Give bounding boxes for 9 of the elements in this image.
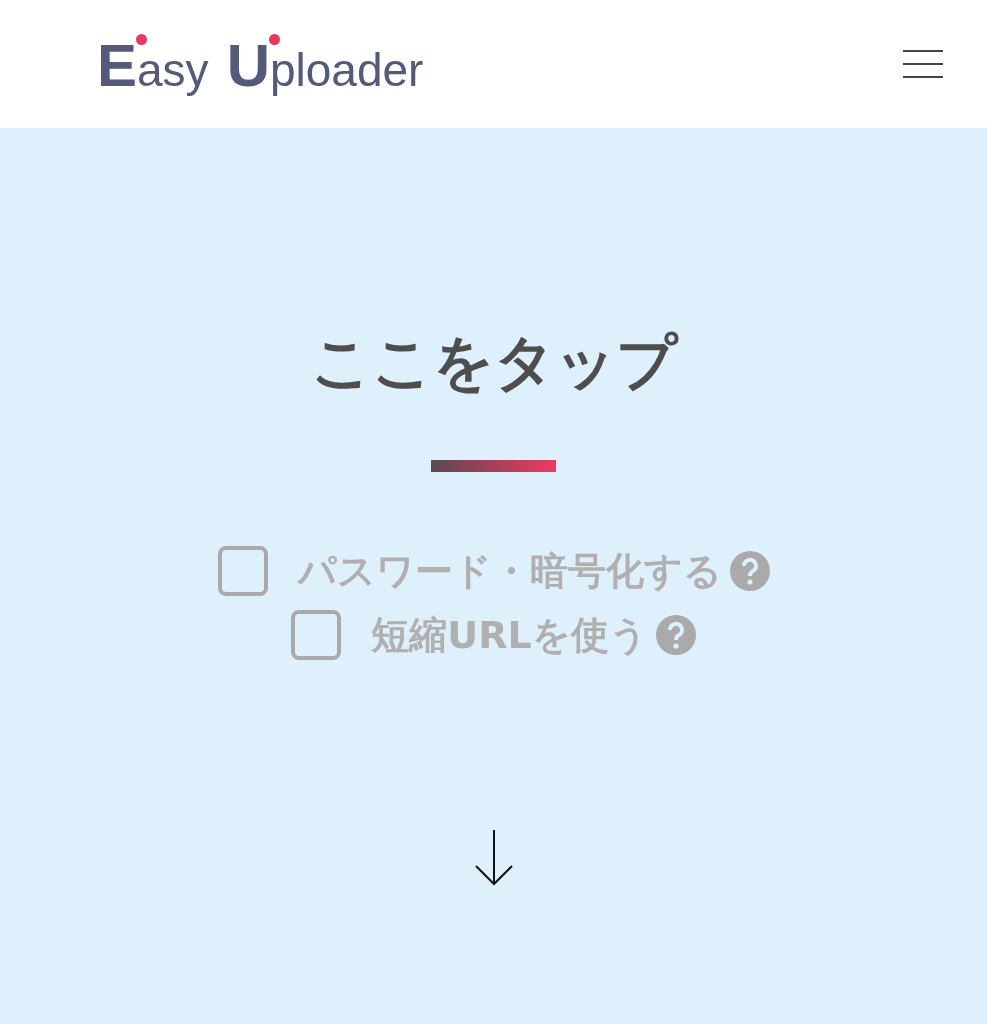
checkbox[interactable] <box>217 546 268 596</box>
upload-area[interactable]: ここをタップ パスワード・暗号化する 短縮URLを使う <box>0 128 987 1024</box>
checkbox[interactable] <box>291 610 342 660</box>
menu-icon[interactable] <box>903 50 943 78</box>
help-icon[interactable] <box>729 551 770 591</box>
help-icon[interactable] <box>655 615 696 655</box>
upload-title: ここをタップ <box>310 326 677 398</box>
site-logo[interactable]: Easy Uploader <box>97 30 424 100</box>
down-arrow-icon <box>473 830 514 886</box>
